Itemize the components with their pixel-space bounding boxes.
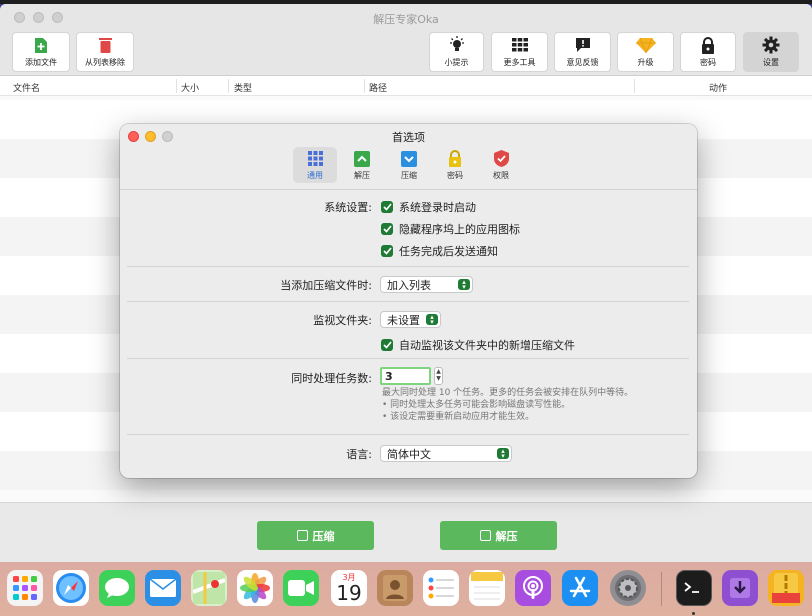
contacts-icon[interactable] (377, 570, 413, 606)
add-file-icon (34, 36, 48, 54)
app-store-icon[interactable] (562, 570, 598, 606)
password-button[interactable]: 密码 (680, 32, 736, 72)
lightbulb-icon (448, 36, 466, 54)
extract-box-icon (354, 150, 370, 168)
running-indicator (692, 612, 695, 615)
general-settings-panel: 系统设置: 系统登录时启动 隐藏程序坞上的应用图标 任务完成后发送通知 当添加压… (120, 190, 697, 478)
system-settings-label: 系统设置: (324, 201, 372, 214)
dock-separator (661, 572, 662, 606)
remove-from-list-button[interactable]: 从列表移除 (76, 32, 134, 72)
tab-extract[interactable]: 解压 (340, 147, 384, 183)
photos-icon[interactable] (237, 570, 273, 606)
add-file-button[interactable]: 添加文件 (12, 32, 70, 72)
concurrent-tasks-input[interactable]: 3 (380, 367, 431, 385)
extract-icon (479, 530, 491, 541)
concurrent-note-1: • 同时处理太多任务可能会影响磁盘读写性能。 (382, 400, 571, 410)
checkbox-checked-icon (381, 245, 393, 257)
column-header-size[interactable]: 大小 (181, 81, 199, 94)
terminal-icon[interactable] (676, 570, 712, 606)
preferences-title: 首选项 (392, 131, 425, 144)
tab-general[interactable]: 通用 (293, 147, 337, 183)
divider (127, 358, 689, 359)
grid-icon (307, 150, 323, 168)
column-header-action[interactable]: 动作 (709, 81, 727, 94)
system-preferences-icon[interactable] (610, 570, 646, 606)
lock-icon (448, 150, 462, 168)
archive-utility-icon[interactable] (768, 570, 804, 606)
trash-icon (98, 36, 112, 54)
gear-icon (762, 36, 780, 54)
chevron-updown-icon: ▴ ▾ (458, 278, 470, 290)
notes-icon[interactable] (469, 570, 505, 606)
title-bar: 解压专家Oka (0, 4, 812, 30)
watch-folder-label: 监视文件夹: (313, 314, 372, 327)
divider (127, 266, 689, 267)
upgrade-button[interactable]: 升级 (617, 32, 674, 72)
hide-dock-icon-checkbox[interactable]: 隐藏程序坞上的应用图标 (381, 221, 520, 237)
compress-box-icon (401, 150, 417, 168)
tab-compress[interactable]: 压缩 (387, 147, 431, 183)
preferences-header: 首选项 通用 解压 压缩 密码 权限 (120, 124, 697, 190)
bottom-action-bar: 压缩 解压 (0, 502, 812, 562)
concurrent-tasks-label: 同时处理任务数: (291, 372, 372, 385)
facetime-icon[interactable] (283, 570, 319, 606)
checkbox-checked-icon (381, 201, 393, 213)
downloader-icon[interactable] (722, 570, 758, 606)
divider (127, 301, 689, 302)
launch-at-login-checkbox[interactable]: 系统登录时启动 (381, 199, 476, 215)
compress-button[interactable]: 压缩 (257, 521, 374, 550)
compress-icon (296, 530, 308, 541)
column-header-name[interactable]: 文件名 (13, 81, 40, 94)
podcasts-icon[interactable] (515, 570, 551, 606)
concurrent-tasks-stepper[interactable]: ▲ ▼ (434, 367, 443, 385)
chevron-updown-icon: ▴ ▾ (497, 447, 509, 459)
feedback-icon (575, 36, 591, 54)
window-title: 解压专家Oka (373, 13, 439, 26)
column-header-type[interactable]: 类型 (234, 81, 252, 94)
watch-folder-select[interactable]: 未设置 ▴ ▾ (380, 311, 441, 328)
extract-button[interactable]: 解压 (440, 521, 557, 550)
auto-watch-checkbox[interactable]: 自动监视该文件夹中的新增压缩文件 (381, 337, 575, 353)
dock: 3月 19 (0, 562, 812, 616)
messages-icon[interactable] (99, 570, 135, 606)
language-select[interactable]: 简体中文 ▴ ▾ (380, 445, 512, 462)
calendar-icon[interactable]: 3月 19 (331, 570, 367, 606)
checkbox-checked-icon (381, 339, 393, 351)
diamond-icon (635, 36, 656, 54)
checkbox-checked-icon (381, 223, 393, 235)
settings-button[interactable]: 设置 (743, 32, 799, 72)
concurrent-note-main: 最大同时处理 10 个任务。更多的任务会被安排在队列中等待。 (382, 388, 634, 398)
feedback-button[interactable]: 意见反馈 (554, 32, 611, 72)
concurrent-note-2: • 该设定需要重新启动应用才能生效。 (382, 412, 535, 422)
tab-permissions[interactable]: 权限 (479, 147, 523, 183)
column-header-path[interactable]: 路径 (369, 81, 387, 94)
launchpad-icon[interactable] (7, 570, 43, 606)
safari-icon[interactable] (53, 570, 89, 606)
preferences-dialog: 首选项 通用 解压 压缩 密码 权限 系统设置: 系统登录时启动 隐藏程序坞上的… (120, 124, 697, 478)
maps-icon[interactable] (191, 570, 227, 606)
reminders-icon[interactable] (423, 570, 459, 606)
divider (127, 434, 689, 435)
notify-on-complete-checkbox[interactable]: 任务完成后发送通知 (381, 243, 498, 259)
tips-button[interactable]: 小提示 (429, 32, 484, 72)
more-tools-button[interactable]: 更多工具 (491, 32, 548, 72)
when-add-archive-label: 当添加压缩文件时: (280, 279, 372, 292)
language-label: 语言: (346, 448, 372, 461)
grid-icon (511, 36, 528, 54)
table-header: 文件名 大小 类型 路径 动作 (0, 76, 812, 96)
lock-icon (701, 36, 715, 54)
chevron-updown-icon: ▴ ▾ (426, 313, 438, 325)
tab-password[interactable]: 密码 (433, 147, 477, 183)
shield-icon (493, 150, 509, 168)
when-add-archive-select[interactable]: 加入列表 ▴ ▾ (380, 276, 473, 293)
mail-icon[interactable] (145, 570, 181, 606)
toolbar: 添加文件 从列表移除 小提示 更多工具 意见反馈 升级 密码 设置 (0, 30, 812, 76)
